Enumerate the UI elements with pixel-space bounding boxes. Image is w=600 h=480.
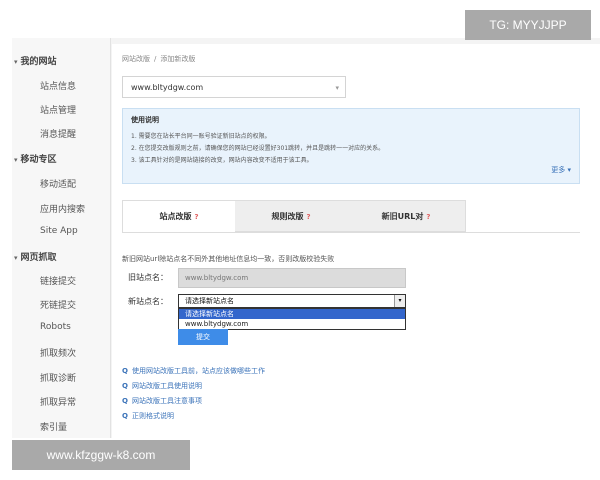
breadcrumb: 网站改版 / 添加新改版 [122, 54, 195, 64]
question-icon: Q [122, 382, 128, 390]
help-link[interactable]: Q 正则格式说明 [122, 411, 174, 421]
sidebar-item-crawl-diagnosis[interactable]: 抓取诊断 [40, 371, 76, 384]
sidebar-section-crawl[interactable]: ▾ 网页抓取 [14, 250, 57, 263]
tab-rule-revision[interactable]: 规则改版? [235, 201, 347, 232]
chevron-down-icon: ▾ [335, 84, 339, 92]
new-site-label: 新站点名： [128, 297, 168, 306]
help-link[interactable]: Q 网站改版工具使用说明 [122, 381, 202, 391]
sidebar-item-messages[interactable]: 消息提醒 [40, 127, 76, 140]
sidebar-item-robots[interactable]: Robots [40, 322, 71, 332]
sidebar-item-crawl-frequency[interactable]: 抓取频次 [40, 346, 76, 359]
old-site-label: 旧站点名： [128, 273, 168, 282]
dropdown-option[interactable]: 请选择新站点名 [179, 309, 405, 319]
help-link[interactable]: Q 网站改版工具注意事项 [122, 396, 202, 406]
info-line: 2. 在您提交改版规则之前，请确保您的网站已经设置好301跳转，并且是跳转一一对… [131, 145, 385, 152]
new-site-select-value: 请选择新站点名 [185, 297, 234, 305]
sidebar-item-dead-link-submit[interactable]: 死链提交 [40, 298, 76, 311]
watermark-top: TG: MYYJJPP [465, 10, 591, 40]
info-line: 3. 该工具针对的是网站链接的改变，网站内容改变不适用于该工具。 [131, 157, 313, 164]
info-line: 1. 需要您在站长平台同一账号验证新旧站点的权限。 [131, 133, 271, 140]
help-icon[interactable]: ? [426, 213, 430, 221]
tab-divider [122, 232, 580, 233]
help-icon[interactable]: ? [306, 213, 310, 221]
sidebar-item-link-submit[interactable]: 链接提交 [40, 274, 76, 287]
site-selector[interactable]: www.bltydgw.com ▾ [122, 76, 346, 98]
sidebar-item-site-app[interactable]: Site App [40, 226, 78, 236]
new-site-select[interactable]: 请选择新站点名 ▾ [178, 294, 406, 308]
sidebar-item-crawl-errors[interactable]: 抓取异常 [40, 395, 76, 408]
sidebar-item-site-info[interactable]: 站点信息 [40, 79, 76, 92]
site-selector-value: www.bltydgw.com [131, 83, 204, 92]
main-panel [112, 44, 600, 438]
sidebar-item-mobile-adapt[interactable]: 移动适配 [40, 177, 76, 190]
new-site-dropdown: 请选择新站点名 www.bltydgw.com [178, 308, 406, 330]
breadcrumb-separator: / [154, 55, 157, 63]
question-icon: Q [122, 397, 128, 405]
sidebar-item-in-app-search[interactable]: 应用内搜索 [40, 202, 85, 215]
usage-info-box: 使用说明 1. 需要您在站长平台同一账号验证新旧站点的权限。 2. 在您提交改版… [122, 108, 580, 184]
dropdown-option[interactable]: www.bltydgw.com [179, 319, 405, 329]
tab-site-revision[interactable]: 站点改版? [123, 201, 235, 232]
tab-bar: 站点改版? 规则改版? 新旧URL对? [122, 200, 466, 232]
caret-down-icon: ▾ [14, 58, 18, 66]
more-link[interactable]: 更多 ▾ [551, 165, 571, 175]
old-site-field: www.bltydgw.com [178, 268, 406, 288]
info-title: 使用说明 [131, 116, 159, 124]
caret-down-icon: ▾ [14, 254, 18, 262]
breadcrumb-link[interactable]: 网站改版 [122, 55, 150, 63]
tab-old-new-url[interactable]: 新旧URL对? [347, 201, 465, 232]
sidebar-item-site-management[interactable]: 站点管理 [40, 103, 76, 116]
help-link[interactable]: Q 使用网站改版工具前，站点应该做哪些工作 [122, 366, 265, 376]
sidebar-section-my-sites[interactable]: ▾ 我的网站 [14, 54, 57, 67]
caret-down-icon: ▾ [14, 156, 18, 164]
chevron-down-icon[interactable]: ▾ [394, 295, 405, 307]
watermark-bottom: www.kfzggw-k8.com [12, 440, 190, 470]
question-icon: Q [122, 412, 128, 420]
sidebar-item-index-volume[interactable]: 索引量 [40, 420, 67, 433]
breadcrumb-current: 添加新改版 [160, 55, 196, 63]
question-icon: Q [122, 367, 128, 375]
help-icon[interactable]: ? [194, 213, 198, 221]
form-notice: 新旧网站url除站点名不同外其他地址信息均一致，否则改版校验失败 [122, 255, 335, 263]
submit-button[interactable]: 提交 [178, 329, 228, 345]
sidebar-section-mobile[interactable]: ▾ 移动专区 [14, 152, 57, 165]
